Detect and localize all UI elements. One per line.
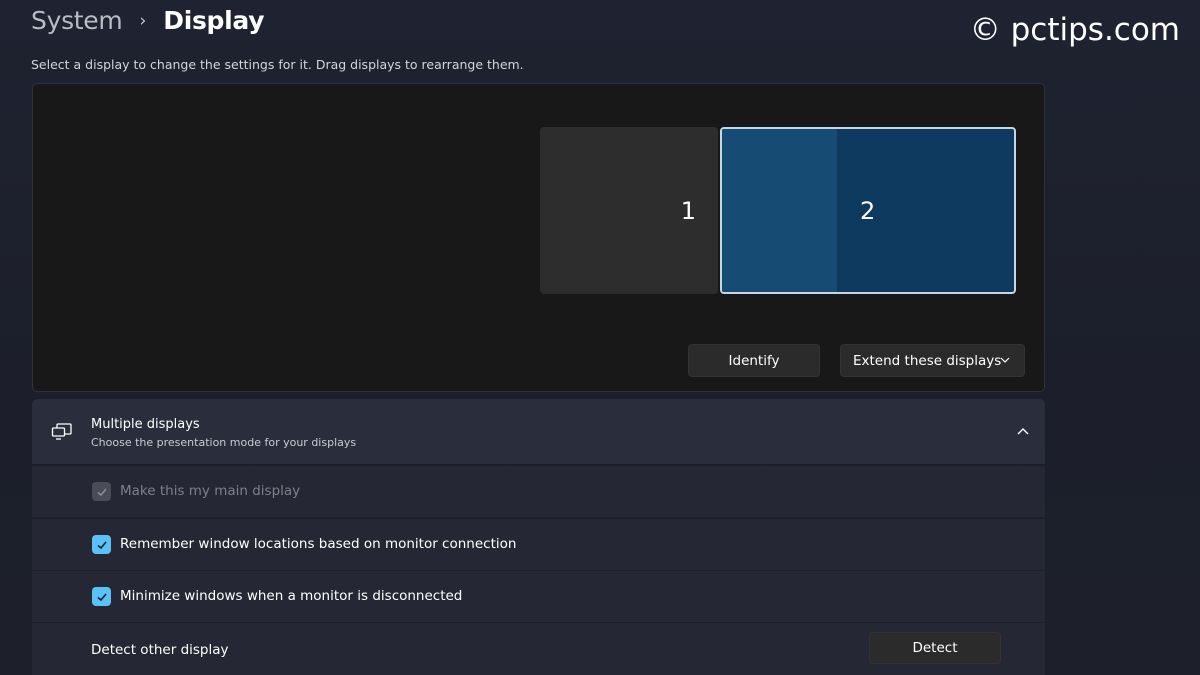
monitor-2-highlight xyxy=(722,129,837,292)
checkmark-icon xyxy=(96,592,107,601)
display-mode-select[interactable]: Extend these displays xyxy=(840,344,1025,377)
multiple-displays-panel: Multiple displays Choose the presentatio… xyxy=(32,399,1045,675)
breadcrumb-system[interactable]: System xyxy=(31,6,123,35)
breadcrumb: System › Display xyxy=(31,2,265,38)
remember-locations-label: Remember window locations based on monit… xyxy=(120,536,517,552)
page-title: Display xyxy=(163,5,265,35)
multiple-displays-icon xyxy=(51,423,72,440)
detect-button[interactable]: Detect xyxy=(869,632,1001,664)
identify-button[interactable]: Identify xyxy=(688,344,820,377)
minimize-windows-label: Minimize windows when a monitor is disco… xyxy=(120,588,463,604)
display-mode-value: Extend these displays xyxy=(853,352,1002,369)
monitor-1-number: 1 xyxy=(680,197,696,225)
checkmark-icon xyxy=(96,487,107,496)
multiple-displays-subtitle: Choose the presentation mode for your di… xyxy=(91,436,357,449)
breadcrumb-separator-icon: › xyxy=(139,11,147,31)
multiple-displays-header[interactable]: Multiple displays Choose the presentatio… xyxy=(32,399,1045,464)
main-display-checkbox[interactable] xyxy=(92,482,111,501)
option-main-display-row: Make this my main display xyxy=(32,466,1045,517)
detect-display-row: Detect other display Detect xyxy=(32,623,1045,675)
chevron-down-icon xyxy=(1000,357,1010,363)
detect-display-label: Detect other display xyxy=(91,642,229,658)
display-arrangement-area: 1 2 Identify Extend these displays xyxy=(32,83,1045,392)
chevron-up-icon[interactable] xyxy=(1017,427,1029,435)
option-minimize-windows-row: Minimize windows when a monitor is disco… xyxy=(32,571,1045,622)
watermark: © pctips.com xyxy=(969,12,1180,48)
remember-locations-checkbox[interactable] xyxy=(92,535,111,554)
arrangement-instructions: Select a display to change the settings … xyxy=(31,57,524,72)
option-remember-locations-row: Remember window locations based on monit… xyxy=(32,519,1045,570)
main-display-label: Make this my main display xyxy=(120,483,301,499)
monitor-1-tile[interactable]: 1 xyxy=(540,127,718,294)
multiple-displays-title: Multiple displays xyxy=(91,417,200,432)
checkmark-icon xyxy=(96,540,107,549)
monitor-2-tile[interactable]: 2 xyxy=(720,127,1016,294)
minimize-windows-checkbox[interactable] xyxy=(92,587,111,606)
monitor-2-number: 2 xyxy=(860,197,876,225)
